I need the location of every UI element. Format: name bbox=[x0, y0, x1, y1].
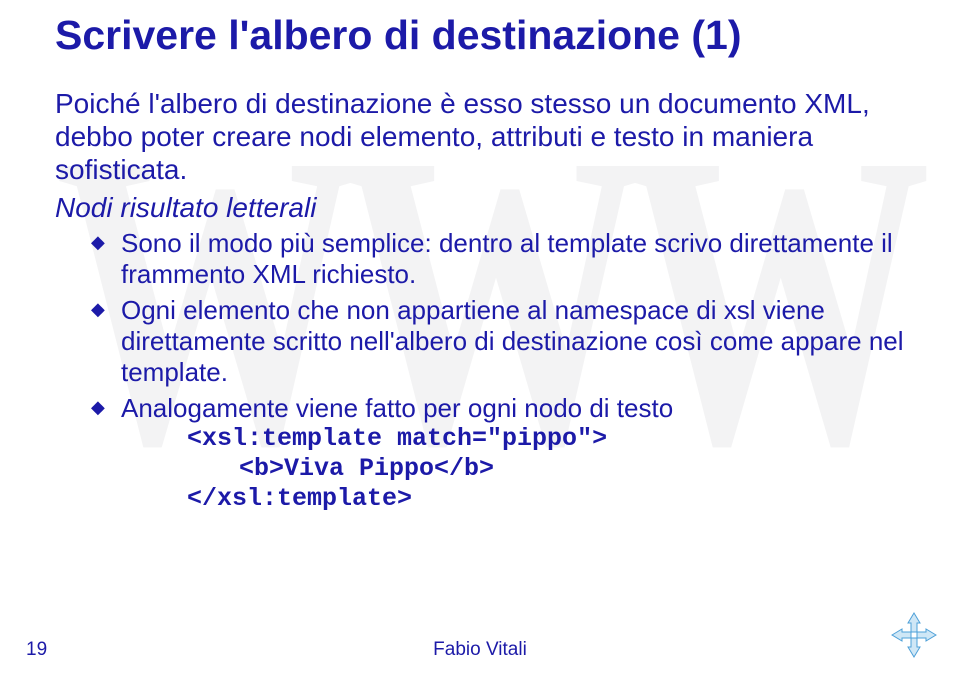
code-line: </xsl:template> bbox=[121, 484, 912, 514]
list-item: Ogni elemento che non appartiene al name… bbox=[91, 295, 912, 387]
list-item: Sono il modo più semplice: dentro al tem… bbox=[91, 228, 912, 289]
intro-paragraph: Poiché l'albero di destinazione è esso s… bbox=[55, 87, 912, 186]
slide-content: Scrivere l'albero di destinazione (1) Po… bbox=[0, 0, 960, 514]
section-subhead: Nodi risultato letterali bbox=[55, 192, 912, 224]
navigation-arrows-icon[interactable] bbox=[890, 611, 938, 659]
code-line: <b>Viva Pippo</b> bbox=[121, 454, 912, 484]
list-item: Analogamente viene fatto per ogni nodo d… bbox=[91, 393, 912, 514]
bullet-list: Sono il modo più semplice: dentro al tem… bbox=[55, 228, 912, 514]
code-line: <xsl:template match="pippo"> bbox=[121, 424, 912, 454]
slide-title: Scrivere l'albero di destinazione (1) bbox=[55, 12, 912, 59]
author-name: Fabio Vitali bbox=[0, 639, 960, 661]
bullet-text: Analogamente viene fatto per ogni nodo d… bbox=[121, 393, 673, 423]
